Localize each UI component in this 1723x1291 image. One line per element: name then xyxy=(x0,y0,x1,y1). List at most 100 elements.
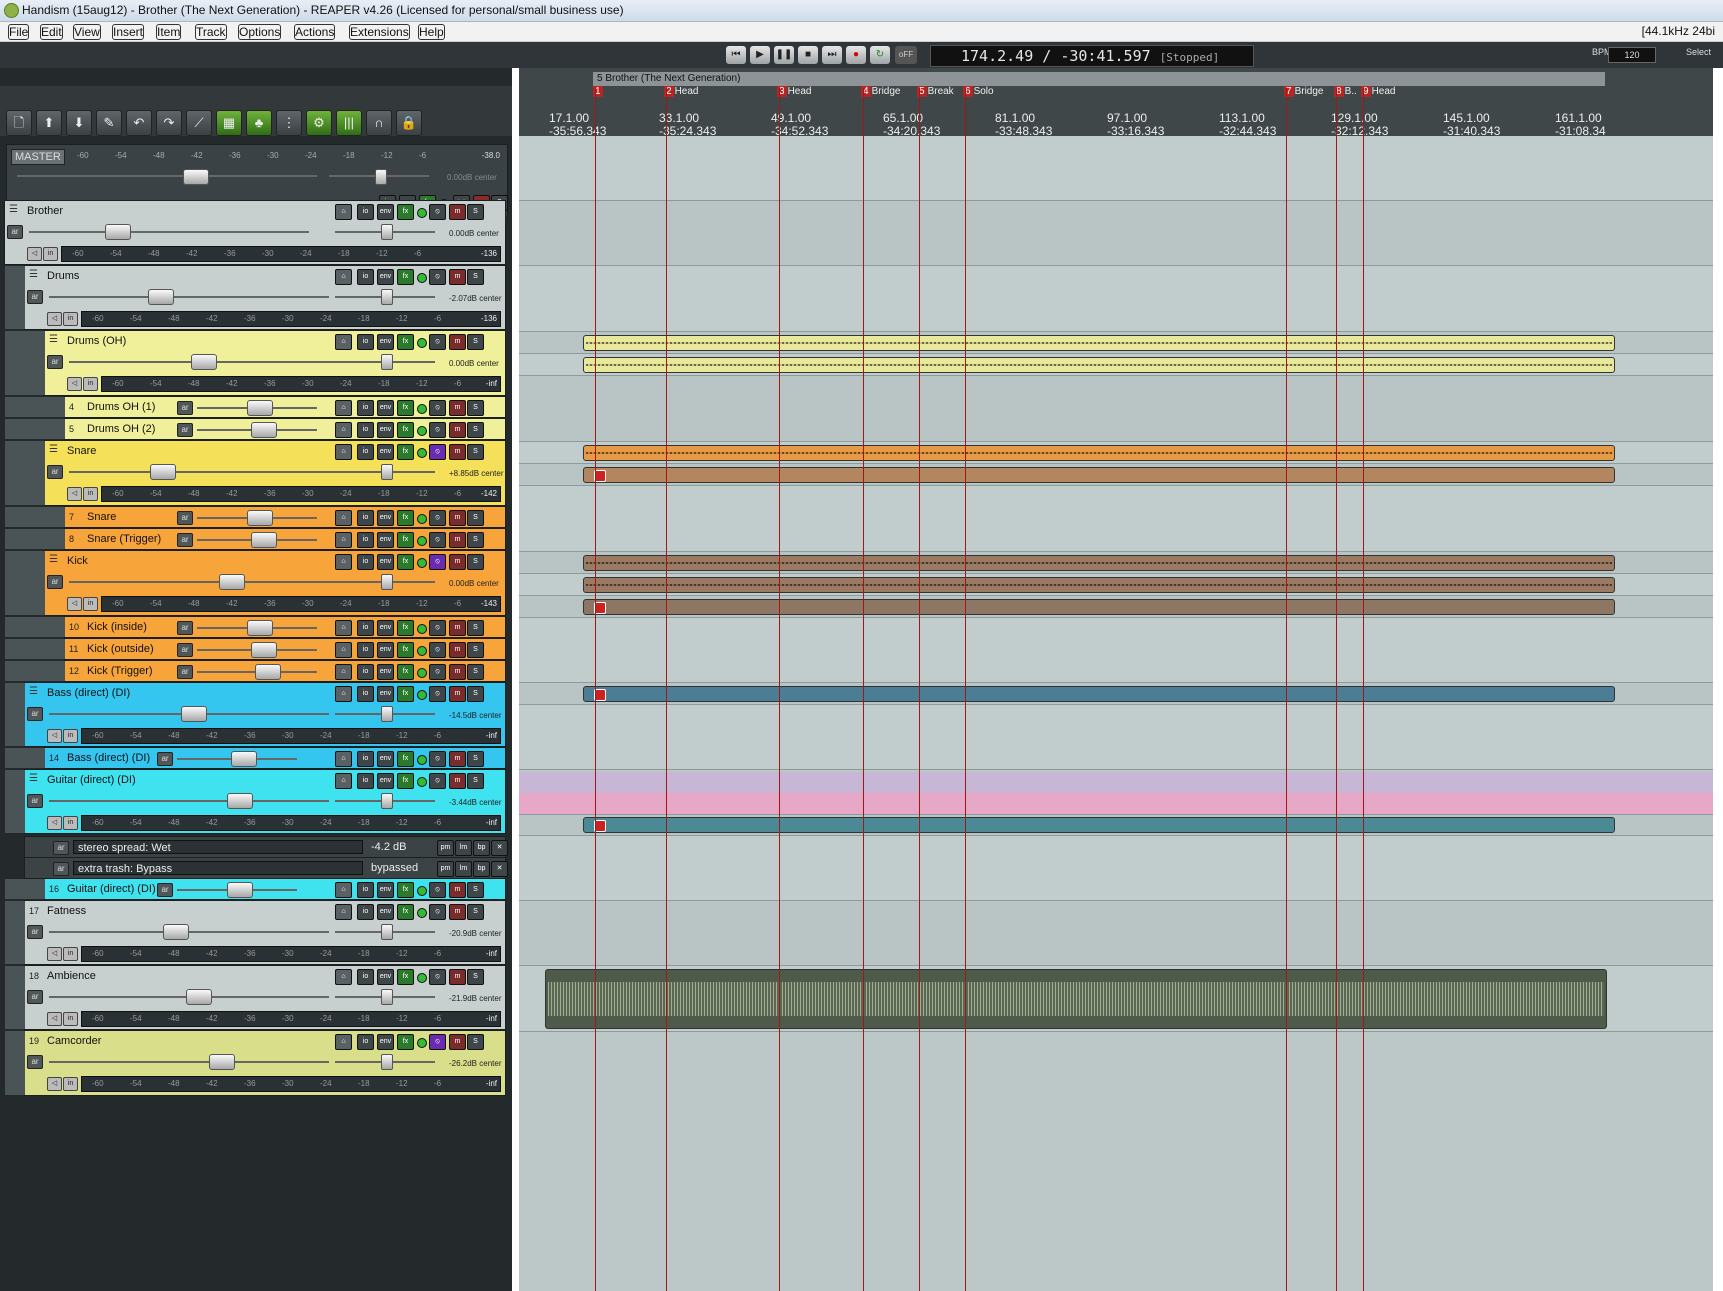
phase-button[interactable]: ◁ xyxy=(47,947,62,961)
fx-button[interactable]: fx xyxy=(397,554,414,570)
volume-fader[interactable] xyxy=(227,793,253,809)
redo-icon[interactable]: ↷ xyxy=(156,110,182,136)
mute-button[interactable]: m xyxy=(449,422,466,438)
track-header[interactable]: ☰ Kick ar 0.00dB center ◁ in -60 -54 -48 -42 -36 -3… xyxy=(5,550,506,616)
pan-knob[interactable] xyxy=(381,1054,393,1070)
track-header[interactable]: ☰ Drums ar -2.07dB center ◁ in -60 -54 -48 -42 -36… xyxy=(5,265,506,330)
record-arm-button[interactable]: ar xyxy=(177,401,193,415)
env-button[interactable]: env xyxy=(377,532,394,548)
track-name[interactable]: Kick (outside) xyxy=(87,643,154,655)
mute-button[interactable]: m xyxy=(449,751,466,767)
volume-fader[interactable] xyxy=(251,422,277,438)
phase-invert-button[interactable]: ⦸ xyxy=(429,554,446,570)
track-name[interactable]: Snare (Trigger) xyxy=(87,533,161,545)
volume-fader[interactable] xyxy=(227,882,253,898)
env-button[interactable]: env xyxy=(377,269,394,285)
solo-button[interactable]: S xyxy=(467,686,484,702)
track-name[interactable]: Fatness xyxy=(47,905,86,917)
fx-button[interactable]: fx xyxy=(397,904,414,920)
media-item[interactable] xyxy=(583,555,1615,571)
volume-fader[interactable] xyxy=(231,751,257,767)
track-lane[interactable] xyxy=(519,901,1713,966)
track-header[interactable]: 12 Kick (Trigger) ar ⌂ io env fx ⦸ m S xyxy=(5,660,506,682)
folder-icon[interactable]: ☰ xyxy=(49,554,64,566)
fx-button[interactable]: fx xyxy=(397,510,414,526)
menu-track[interactable]: Track xyxy=(195,24,227,40)
record-arm-button[interactable]: ar xyxy=(27,990,43,1004)
solo-button[interactable]: S xyxy=(467,620,484,636)
pause-button[interactable]: ❚❚ xyxy=(774,46,794,64)
mute-button[interactable]: m xyxy=(449,773,466,789)
volume-fader[interactable] xyxy=(247,620,273,636)
metronome-icon[interactable]: ⚙ xyxy=(306,110,332,136)
io-button[interactable]: io xyxy=(357,882,374,898)
bypass-param-button[interactable]: bp xyxy=(473,861,490,877)
go-to-end-button[interactable]: ⏭ xyxy=(822,46,842,64)
fx-button[interactable]: fx xyxy=(397,969,414,985)
phase-button[interactable]: ◁ xyxy=(67,597,82,611)
io-button[interactable]: io xyxy=(357,204,374,220)
close-icon[interactable]: ✕ xyxy=(491,861,508,877)
env-button[interactable]: env xyxy=(377,204,394,220)
mute-button[interactable]: m xyxy=(449,969,466,985)
env-button[interactable]: env xyxy=(377,554,394,570)
fx-enable-icon[interactable] xyxy=(417,426,427,436)
track-icon[interactable]: ⌂ xyxy=(335,510,352,526)
env-button[interactable]: env xyxy=(377,642,394,658)
fx-button[interactable]: fx xyxy=(397,642,414,658)
menu-item[interactable]: Item xyxy=(156,24,182,40)
mute-button[interactable]: m xyxy=(449,510,466,526)
folder-icon[interactable]: ☰ xyxy=(29,686,44,698)
env-button[interactable]: env xyxy=(377,334,394,350)
phase-invert-button[interactable]: ⦸ xyxy=(429,444,446,460)
record-arm-button[interactable]: ar xyxy=(47,465,63,479)
track-icon[interactable]: ⌂ xyxy=(335,204,352,220)
input-monitor-button[interactable]: in xyxy=(63,1077,78,1091)
track-icon[interactable]: ⌂ xyxy=(335,444,352,460)
menu-options[interactable]: Options xyxy=(238,24,282,40)
folder-icon[interactable]: ☰ xyxy=(29,269,44,281)
play-button[interactable]: ▶ xyxy=(750,46,770,64)
pan-knob[interactable] xyxy=(381,706,393,722)
volume-fader[interactable] xyxy=(150,464,176,480)
fx-parameter-name[interactable]: extra trash: Bypass xyxy=(73,861,363,875)
mute-button[interactable]: m xyxy=(449,620,466,636)
volume-fader[interactable] xyxy=(251,642,277,658)
env-button[interactable]: env xyxy=(377,882,394,898)
menu-insert[interactable]: Insert xyxy=(112,24,145,40)
track-name[interactable]: Ambience xyxy=(47,970,96,982)
io-button[interactable]: io xyxy=(357,620,374,636)
save-icon[interactable]: ⬇ xyxy=(66,110,92,136)
fx-enable-icon[interactable] xyxy=(417,624,427,634)
phase-button[interactable]: ◁ xyxy=(67,377,82,391)
input-monitor-button[interactable]: in xyxy=(63,312,78,326)
io-button[interactable]: io xyxy=(357,510,374,526)
pan-knob[interactable] xyxy=(381,289,393,305)
phase-invert-button[interactable]: ⦸ xyxy=(429,664,446,680)
input-monitor-button[interactable]: in xyxy=(63,816,78,830)
track-name[interactable]: Guitar (direct) (DI) xyxy=(67,883,156,895)
marker[interactable]: 3 Head xyxy=(777,86,811,97)
phase-button[interactable]: ◁ xyxy=(47,729,62,743)
track-lane[interactable] xyxy=(519,376,1713,442)
pan-knob[interactable] xyxy=(381,793,393,809)
env-button[interactable]: env xyxy=(377,751,394,767)
io-button[interactable]: io xyxy=(357,400,374,416)
phase-button[interactable]: ◁ xyxy=(47,1012,62,1026)
master-pan-knob[interactable] xyxy=(375,169,387,185)
track-name[interactable]: Snare xyxy=(67,445,96,457)
track-icon[interactable]: ⌂ xyxy=(335,751,352,767)
env-button[interactable]: env xyxy=(377,1034,394,1050)
record-arm-button[interactable]: ar xyxy=(177,511,193,525)
track-header[interactable]: ☰ Brother ar 0.00dB center ◁ in -60 -54 -48 -42 -3… xyxy=(4,200,506,265)
media-item[interactable] xyxy=(583,817,1615,833)
solo-button[interactable]: S xyxy=(467,444,484,460)
track-lane[interactable] xyxy=(519,136,1713,201)
media-item[interactable] xyxy=(583,335,1615,351)
track-header[interactable]: 14 Bass (direct) (DI) ar ⌂ io env fx ⦸ m S xyxy=(5,747,506,769)
menu-actions[interactable]: Actions xyxy=(294,24,336,40)
mute-button[interactable]: m xyxy=(449,444,466,460)
track-name[interactable]: Guitar (direct) (DI) xyxy=(47,774,136,786)
record-button[interactable]: ● xyxy=(846,46,866,64)
marker[interactable]: 9 Head xyxy=(1361,86,1395,97)
